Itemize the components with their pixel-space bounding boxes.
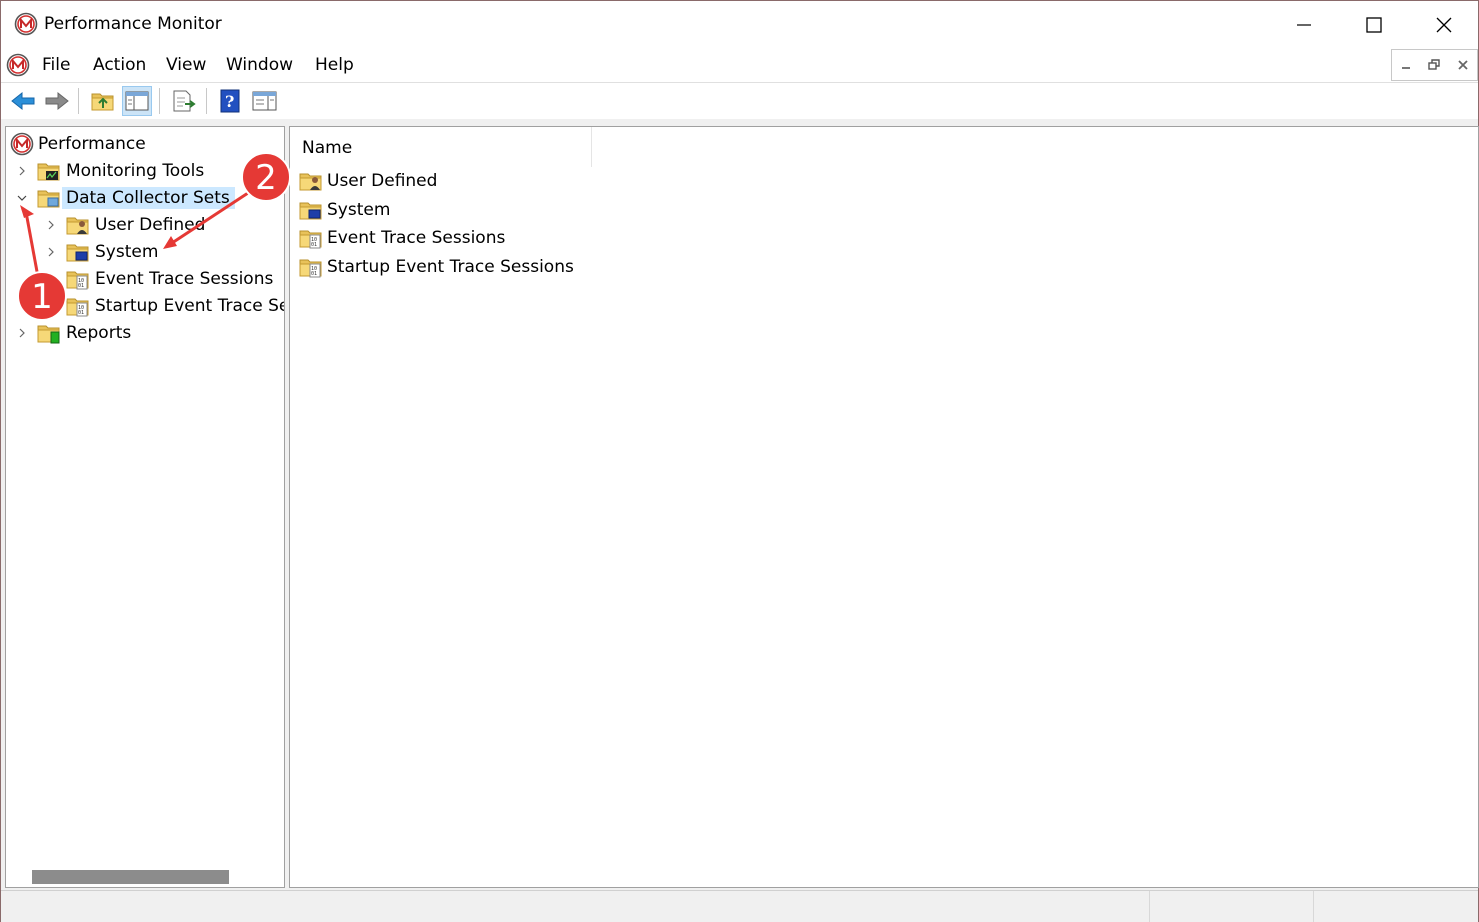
expand-chevron-icon[interactable] — [16, 327, 28, 339]
performance-monitor-logo-icon — [14, 12, 38, 36]
toolbar-separator — [159, 88, 160, 114]
list-item-startup-event-trace-sessions[interactable]: 10 01 Startup Event Trace Sessions — [298, 253, 579, 280]
event-trace-folder-icon: 1001 — [298, 226, 324, 248]
list-item-label: User Defined — [327, 170, 438, 191]
tree-item-label: User Defined — [95, 215, 206, 235]
svg-text:01: 01 — [78, 310, 84, 316]
back-arrow-icon — [11, 91, 35, 111]
restore-icon — [1428, 59, 1441, 70]
status-divider — [1313, 891, 1314, 922]
reports-folder-icon — [36, 321, 60, 344]
startup-event-trace-folder-icon: 1001 — [298, 255, 324, 277]
close-button[interactable] — [1409, 1, 1479, 48]
title-bar: Performance Monitor — [1, 1, 1478, 48]
properties-pane-icon — [252, 91, 277, 111]
user-defined-folder-icon — [298, 169, 324, 193]
show-hide-tree-icon — [125, 91, 149, 111]
system-folder-icon — [298, 198, 324, 222]
status-divider — [1149, 891, 1150, 922]
performance-logo-icon — [10, 132, 34, 156]
collapse-chevron-icon[interactable] — [16, 192, 28, 204]
tree-item-label: Reports — [66, 323, 132, 343]
mdi-minimize-button[interactable] — [1392, 50, 1420, 80]
export-list-button[interactable] — [169, 86, 199, 116]
menu-action[interactable]: Action — [93, 55, 146, 75]
menu-bar: File Action View Window Help — [1, 48, 1478, 82]
event-trace-folder-icon: 1001 — [65, 267, 91, 290]
tree-item-user-defined[interactable]: User Defined — [45, 212, 210, 238]
minimize-icon — [1297, 23, 1311, 26]
data-collector-sets-folder-icon — [36, 186, 62, 210]
console-tree-pane[interactable]: Performance Monitoring Tools Data Collec… — [5, 126, 285, 888]
up-folder-icon — [90, 89, 116, 113]
menu-window[interactable]: Window — [226, 55, 293, 75]
performance-monitor-window: Performance Monitor File Action View Win… — [0, 0, 1479, 922]
scrollbar-thumb[interactable] — [32, 870, 229, 884]
tree-item-label: Monitoring Tools — [66, 161, 205, 181]
mdi-close-button[interactable] — [1449, 50, 1477, 80]
tree-item-label: Performance — [38, 134, 146, 154]
tree-item-label: Event Trace Sessions — [95, 269, 274, 289]
monitoring-tools-folder-icon — [36, 159, 62, 183]
tree-item-startup-event-trace-sessions[interactable]: 1001 Startup Event Trace Sessions — [65, 293, 284, 319]
menu-view[interactable]: View — [166, 55, 206, 75]
back-button[interactable] — [8, 86, 38, 116]
toolbar-separator — [206, 88, 207, 114]
tree-item-monitoring-tools[interactable]: Monitoring Tools — [16, 158, 209, 184]
system-menu-icon[interactable] — [6, 53, 30, 77]
status-bar — [1, 890, 1478, 922]
user-defined-folder-icon — [65, 213, 91, 237]
system-folder-icon — [65, 240, 91, 264]
toolbar: ? — [1, 82, 1478, 119]
tree-item-label: Data Collector Sets — [62, 187, 235, 209]
tree-item-label: System — [95, 242, 159, 262]
expand-chevron-icon[interactable] — [16, 165, 28, 177]
svg-text:?: ? — [225, 92, 234, 111]
menu-help[interactable]: Help — [315, 55, 354, 75]
tree-item-performance[interactable]: Performance — [10, 131, 151, 157]
help-button[interactable]: ? — [215, 86, 245, 116]
mdi-window-controls — [1391, 49, 1478, 81]
close-icon — [1436, 17, 1452, 32]
column-header-label: Name — [302, 138, 353, 158]
up-one-level-button[interactable] — [88, 86, 118, 116]
tree-item-data-collector-sets[interactable]: Data Collector Sets — [16, 185, 235, 211]
close-icon — [1458, 60, 1468, 70]
horizontal-scrollbar[interactable] — [6, 867, 284, 887]
minimize-button[interactable] — [1269, 1, 1339, 48]
tree-item-system[interactable]: System — [45, 239, 163, 265]
show-hide-action-pane-button[interactable] — [250, 86, 280, 116]
list-item-label: System — [327, 199, 391, 220]
minimize-icon — [1402, 67, 1411, 69]
toolbar-separator — [78, 88, 79, 114]
menu-file[interactable]: File — [42, 55, 70, 75]
expand-chevron-icon[interactable] — [45, 219, 57, 231]
forward-button[interactable] — [42, 86, 72, 116]
tree-item-label: Startup Event Trace Sessions — [95, 296, 284, 316]
mdi-restore-button[interactable] — [1420, 50, 1448, 80]
tree-item-event-trace-sessions[interactable]: 10 01 Event Trace Sessions — [65, 266, 278, 292]
list-item-user-defined[interactable]: User Defined — [298, 167, 442, 194]
maximize-button[interactable] — [1339, 1, 1409, 48]
expand-chevron-icon[interactable] — [45, 246, 57, 258]
column-header-name[interactable]: Name — [290, 127, 592, 167]
forward-arrow-icon — [45, 91, 69, 111]
list-item-label: Startup Event Trace Sessions — [327, 256, 574, 277]
export-list-icon — [173, 90, 196, 112]
show-hide-console-tree-button[interactable] — [122, 86, 152, 116]
help-icon: ? — [220, 89, 240, 113]
window-title: Performance Monitor — [44, 14, 222, 34]
maximize-icon — [1366, 16, 1382, 33]
list-item-label: Event Trace Sessions — [327, 227, 506, 248]
list-item-event-trace-sessions[interactable]: 10 01 Event Trace Sessions — [298, 224, 510, 251]
svg-text:01: 01 — [311, 242, 317, 248]
list-item-system[interactable]: System — [298, 196, 395, 223]
tree-item-reports[interactable]: Reports — [16, 320, 136, 346]
svg-text:01: 01 — [311, 271, 317, 277]
startup-event-trace-folder-icon: 1001 — [65, 294, 91, 317]
results-list-pane[interactable]: Name User Defined System 10 01 Event Trac… — [289, 126, 1479, 888]
svg-text:01: 01 — [78, 283, 84, 289]
